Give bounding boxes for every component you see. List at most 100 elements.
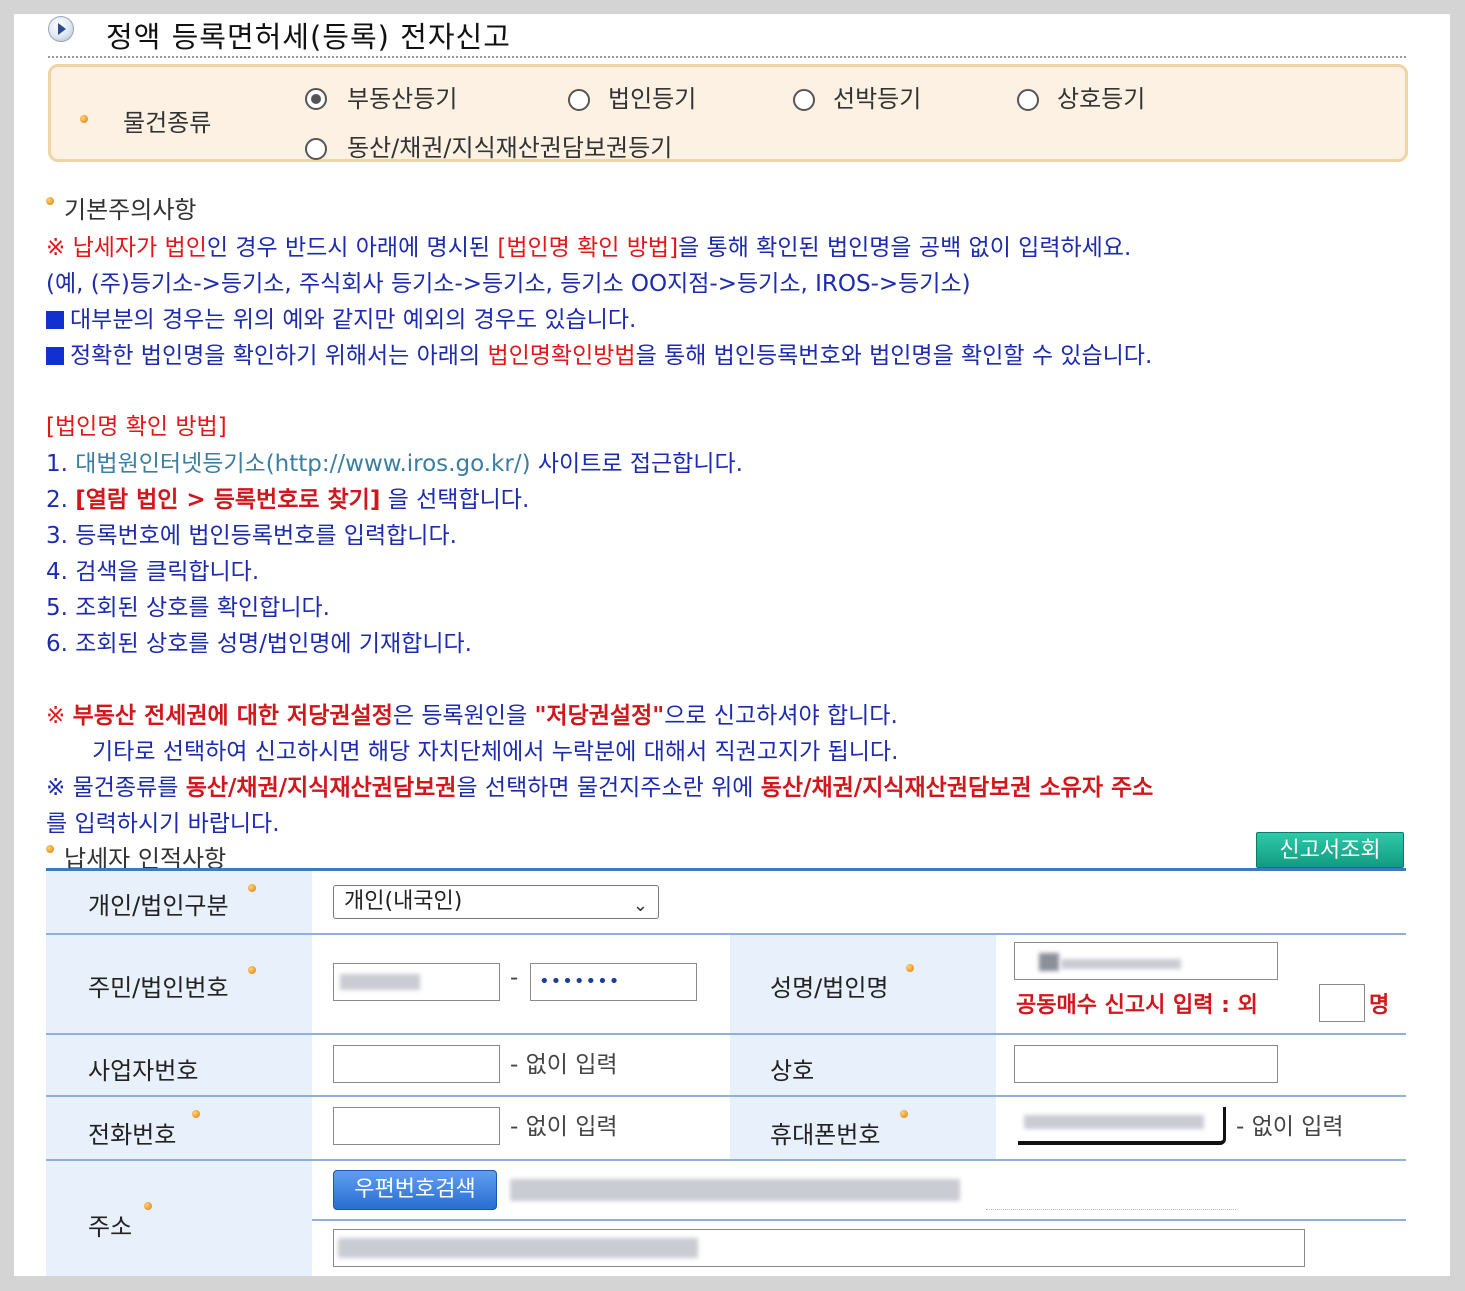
mortgage-notice-1: ※ 부동산 전세권에 대한 저당권설정은 등록원인을 "저당권설정"으로 신고하… <box>46 696 898 730</box>
notice-emph: 납세자가 법인 <box>72 235 207 261</box>
address-underline <box>986 1209 1236 1210</box>
lookup-report-button[interactable]: 신고서조회 <box>1256 832 1404 868</box>
notice-text: 을 통해 확인된 법인명을 공백 없이 입력하세요. <box>678 235 1132 261</box>
required-icon <box>192 1110 200 1118</box>
method-step-1: 1. 대법원인터넷등기소(http://www.iros.go.kr/) 사이트… <box>46 444 743 478</box>
type-label: 개인/법인구분 <box>88 892 229 920</box>
radio-label-corporation: 법인등기 <box>608 85 697 113</box>
phone-hint: - 없이 입력 <box>510 1114 618 1140</box>
row-person-type: 개인/법인구분 개인(내국인) ⌄ <box>46 871 1406 935</box>
biz-label: 사업자번호 <box>88 1057 199 1085</box>
id-front-input[interactable] <box>333 963 500 1001</box>
shop-name-input[interactable] <box>1014 1045 1278 1083</box>
address-row-divider <box>312 1219 1406 1221</box>
row-address: 주소 우편번호검색 <box>46 1161 1406 1276</box>
method-title: [법인명 확인 방법] <box>46 414 227 440</box>
joint-buyer-count-input[interactable] <box>1319 984 1365 1022</box>
redacted-value <box>338 1238 698 1258</box>
mobile-label: 휴대폰번호 <box>770 1121 881 1149</box>
biz-hint: - 없이 입력 <box>510 1052 618 1078</box>
notice-text: 을 통해 법인등록번호와 법인명을 확인할 수 있습니다. <box>635 343 1153 369</box>
page-title: 정액 등록면허세(등록) 전자신고 <box>106 20 511 54</box>
address-detail-input[interactable] <box>333 1229 1305 1267</box>
iros-link[interactable]: 대법원인터넷등기소(http://www.iros.go.kr/) <box>75 451 530 477</box>
notice-text: 정확한 법인명을 확인하기 위해서는 아래의 <box>70 343 488 369</box>
notice-text: 을 선택하면 물건지주소란 위에 <box>456 775 761 801</box>
notice-line-1: ※ 납세자가 법인인 경우 반드시 아래에 명시된 [법인명 확인 방법]을 통… <box>46 228 1131 262</box>
required-icon <box>900 1110 908 1118</box>
person-type-value: 개인(내국인) <box>344 889 463 914</box>
radio-ship[interactable] <box>793 89 815 111</box>
name-label: 성명/법인명 <box>770 974 889 1002</box>
bullet-icon <box>46 845 54 853</box>
method-step-3: 3. 등록번호에 법인등록번호를 입력합니다. <box>46 523 457 549</box>
square-bullet-icon <box>46 347 64 365</box>
biz-number-input[interactable] <box>333 1045 500 1083</box>
notice-mark: ※ <box>46 235 73 261</box>
notice-emph: 동산/채권/지식재산권담보권 소유자 주소 <box>760 775 1154 801</box>
radio-corporation[interactable] <box>568 89 590 111</box>
label-cell <box>46 1097 312 1159</box>
mortgage-notice-2: 기타로 선택하여 신고하시면 해당 자치단체에서 누락분에 대해서 직권고지가 … <box>92 739 899 765</box>
bullet-icon <box>80 115 88 123</box>
notice-text: 인 경우 반드시 아래에 명시된 <box>206 235 498 261</box>
collateral-notice-1: ※ 물건종류를 동산/채권/지식재산권담보권을 선택하면 물건지주소란 위에 동… <box>46 768 1153 802</box>
id-dash: - <box>510 965 519 991</box>
step-text: 을 선택합니다. <box>380 487 530 513</box>
step-number: 2. <box>46 487 76 513</box>
phone-input[interactable] <box>333 1107 500 1145</box>
radio-trade-name[interactable] <box>1017 89 1039 111</box>
redacted-value <box>1061 959 1181 969</box>
row-business: 사업자번호 - 없이 입력 상호 <box>46 1035 1406 1097</box>
name-input[interactable] <box>1014 942 1278 980</box>
notice-emph: "저당권설정" <box>534 703 665 729</box>
method-step-6: 6. 조회된 상호를 성명/법인명에 기재합니다. <box>46 631 472 657</box>
id-back-input[interactable]: ••••••• <box>530 963 697 1001</box>
person-type-select[interactable]: 개인(내국인) ⌄ <box>333 885 659 919</box>
step-emph: [열람 법인 > 등록번호로 찾기] <box>75 487 381 513</box>
row-id-name: 주민/법인번호 - ••••••• 성명/법인명 공동매수 신고시 입력 : 외… <box>46 935 1406 1035</box>
method-step-5: 5. 조회된 상호를 확인합니다. <box>46 595 330 621</box>
notice-line-4: 정확한 법인명을 확인하기 위해서는 아래의 법인명확인방법을 통해 법인등록번… <box>46 336 1152 370</box>
title-divider <box>48 56 1406 58</box>
notice-text: 은 등록원인을 <box>392 703 535 729</box>
radio-real-estate[interactable] <box>305 88 327 110</box>
notice-emph: 법인명확인방법 <box>487 343 636 369</box>
joint-buyer-text: 공동매수 신고시 입력 : 외 <box>1016 993 1258 1018</box>
play-bullet-icon <box>48 16 74 42</box>
notice-text: ※ 물건종류를 <box>46 775 186 801</box>
notice-emph: [법인명 확인 방법] <box>497 235 679 261</box>
collateral-notice-2: 를 입력하시기 바랍니다. <box>46 811 280 837</box>
notice-line-3: 대부분의 경우는 위의 예와 같지만 예외의 경우도 있습니다. <box>46 300 636 334</box>
mobile-input[interactable] <box>1018 1107 1226 1145</box>
step-text: 사이트로 접근합니다. <box>530 451 743 477</box>
item-kind-label: 물건종류 <box>123 109 212 137</box>
method-step-2: 2. [열람 법인 > 등록번호로 찾기] 을 선택합니다. <box>46 480 529 514</box>
joint-buyer-unit: 명 <box>1369 993 1390 1018</box>
required-icon <box>248 884 256 892</box>
required-icon <box>906 964 914 972</box>
label-cell <box>46 1161 312 1276</box>
required-icon <box>248 966 256 974</box>
step-number: 1. <box>46 451 76 477</box>
notice-emph: 부동산 전세권에 대한 저당권설정 <box>72 703 393 729</box>
zipcode-search-button[interactable]: 우편번호검색 <box>333 1170 497 1210</box>
item-kind-panel: 물건종류 부동산등기 법인등기 선박등기 상호등기 동산/채권/지식재산권담보권… <box>48 64 1408 162</box>
row-phone: 전화번호 - 없이 입력 휴대폰번호 - 없이 입력 <box>46 1097 1406 1161</box>
radio-label-trade-name: 상호등기 <box>1057 85 1146 113</box>
addr-label: 주소 <box>88 1213 133 1241</box>
notice-line-2: (예, (주)등기소->등기소, 주식회사 등기소->등기소, 등기소 OO지점… <box>46 271 971 297</box>
radio-label-ship: 선박등기 <box>833 85 922 113</box>
notice-text: 으로 신고하셔야 합니다. <box>664 703 898 729</box>
redacted-value <box>1024 1115 1204 1129</box>
phone-label: 전화번호 <box>88 1121 177 1149</box>
chevron-down-icon: ⌄ <box>632 895 648 916</box>
radio-movable-collateral[interactable] <box>305 138 327 160</box>
shop-label: 상호 <box>770 1057 815 1085</box>
radio-label-real-estate: 부동산등기 <box>347 85 458 113</box>
mobile-hint: - 없이 입력 <box>1236 1114 1344 1140</box>
radio-label-movable-collateral: 동산/채권/지식재산권담보권등기 <box>347 134 673 162</box>
bullet-icon <box>46 197 54 205</box>
notice-emph: 동산/채권/지식재산권담보권 <box>185 775 457 801</box>
id-label: 주민/법인번호 <box>88 974 229 1002</box>
